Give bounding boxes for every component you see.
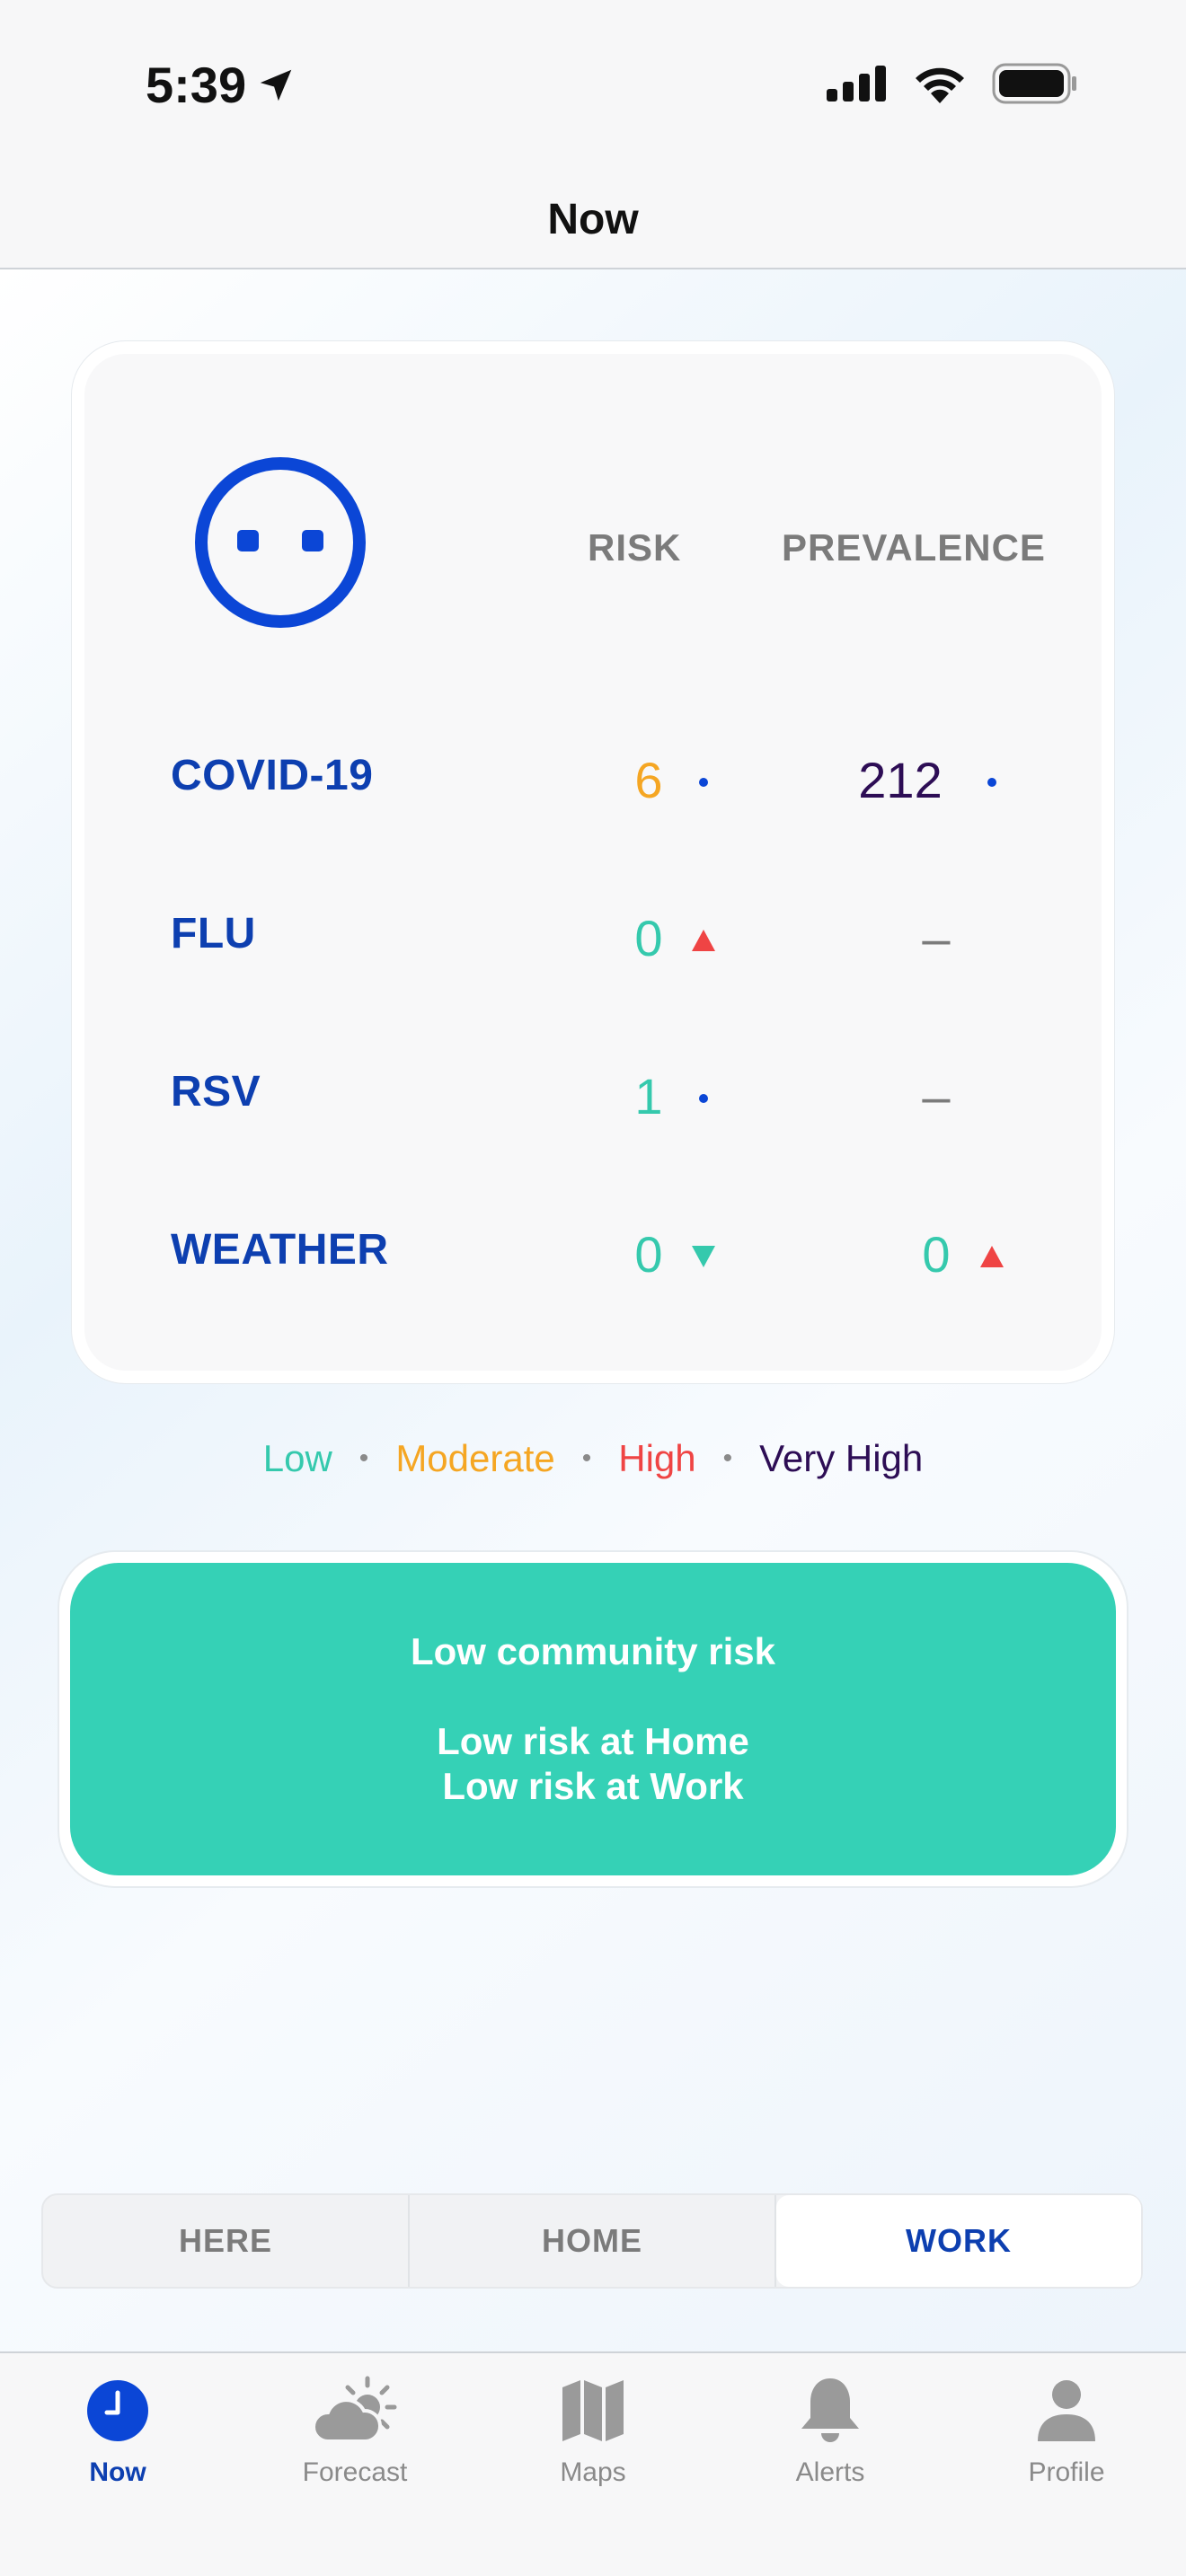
community-risk-banner[interactable]: Low community risk Low risk at Home Low … xyxy=(59,1552,1127,1886)
triangle-up-icon xyxy=(692,930,715,951)
legend-low: Low xyxy=(262,1437,332,1479)
table-row[interactable]: RSV 1 – xyxy=(84,1058,1102,1130)
tab-now[interactable]: Now xyxy=(19,2371,217,2488)
prevalence-value: 0 xyxy=(922,1226,951,1283)
tab-alerts[interactable]: Alerts xyxy=(731,2371,929,2488)
risk-indicator-icon xyxy=(690,769,717,796)
face-status-icon xyxy=(195,457,366,628)
dot-icon xyxy=(699,1094,708,1103)
tab-label: Maps xyxy=(560,2457,626,2487)
map-icon xyxy=(562,2380,624,2441)
bell-icon xyxy=(801,2378,859,2442)
home-risk-text: Low risk at Home xyxy=(437,1720,749,1762)
risk-summary-card: RISK PREVALENCE COVID-19 6 212 FLU 0 – R… xyxy=(72,341,1114,1383)
tab-label: Alerts xyxy=(795,2457,865,2487)
status-bar: 5:39 xyxy=(0,0,1186,171)
page-title: Now xyxy=(547,195,639,243)
risk-indicator-icon xyxy=(690,1085,717,1112)
clock-text: 5:39 xyxy=(146,57,247,113)
risk-value: 0 xyxy=(634,910,663,966)
tab-profile[interactable]: Profile xyxy=(968,2371,1165,2488)
work-risk-text: Low risk at Work xyxy=(442,1765,744,1807)
cellular-signal-icon xyxy=(827,66,886,101)
wifi-icon xyxy=(916,67,964,103)
location-arrow-icon xyxy=(260,69,292,101)
prevalence-value: 212 xyxy=(858,752,943,808)
status-time: 5:39 xyxy=(146,56,296,114)
risk-column-header: RISK xyxy=(588,526,682,569)
row-label: WEATHER xyxy=(171,1226,389,1274)
clock-icon xyxy=(87,2380,148,2441)
legend-high: High xyxy=(618,1437,696,1479)
prevalence-indicator-icon xyxy=(978,927,1005,954)
prevalence-indicator-icon xyxy=(978,769,1005,796)
prevalence-indicator-icon xyxy=(978,1243,1005,1270)
risk-legend: Low • Moderate • High • Very High xyxy=(0,1437,1186,1480)
legend-separator: • xyxy=(358,1443,369,1473)
prevalence-column-header: PREVALENCE xyxy=(782,526,1046,569)
legend-moderate: Moderate xyxy=(395,1437,555,1479)
table-row[interactable]: WEATHER 0 0 xyxy=(84,1216,1102,1288)
community-risk-banner-inner: Low community risk Low risk at Home Low … xyxy=(70,1563,1116,1875)
segment-work[interactable]: WORK xyxy=(776,2195,1141,2287)
segment-home[interactable]: HOME xyxy=(410,2195,776,2287)
row-label: COVID-19 xyxy=(171,752,374,799)
risk-value: 0 xyxy=(634,1226,663,1283)
battery-icon xyxy=(992,63,1076,104)
dot-icon xyxy=(987,778,996,787)
tab-label: Profile xyxy=(1028,2457,1105,2487)
risk-value: 6 xyxy=(634,752,663,808)
table-row[interactable]: FLU 0 – xyxy=(84,900,1102,972)
legend-separator: • xyxy=(581,1443,592,1473)
triangle-down-icon xyxy=(692,1246,715,1267)
risk-indicator-icon xyxy=(690,927,717,954)
prevalence-indicator-icon xyxy=(978,1085,1005,1112)
risk-value: 1 xyxy=(634,1068,663,1125)
row-label: RSV xyxy=(171,1068,261,1116)
prevalence-value: – xyxy=(922,910,951,966)
partly-cloudy-icon xyxy=(312,2376,397,2443)
tab-maps[interactable]: Maps xyxy=(494,2371,692,2488)
tab-label: Forecast xyxy=(302,2457,408,2487)
legend-very-high: Very High xyxy=(759,1437,924,1479)
triangle-up-icon xyxy=(980,1246,1004,1267)
tab-bar: Now Forecast Maps Alerts Profile xyxy=(0,2351,1186,2576)
risk-indicator-icon xyxy=(690,1243,717,1270)
tab-label: Now xyxy=(89,2457,146,2487)
prevalence-value: – xyxy=(922,1068,951,1125)
row-label: FLU xyxy=(171,910,256,957)
navigation-bar: Now xyxy=(0,171,1186,269)
table-row[interactable]: COVID-19 6 212 xyxy=(84,742,1102,814)
status-indicators xyxy=(827,63,1078,104)
person-icon xyxy=(1038,2380,1095,2441)
main-content: RISK PREVALENCE COVID-19 6 212 FLU 0 – R… xyxy=(0,269,1186,2351)
tab-forecast[interactable]: Forecast xyxy=(256,2371,454,2488)
location-segmented-control: HERE HOME WORK xyxy=(41,2193,1143,2289)
legend-separator: • xyxy=(722,1443,733,1473)
segment-here[interactable]: HERE xyxy=(43,2195,410,2287)
community-risk-text: Low community risk xyxy=(410,1630,776,1672)
dot-icon xyxy=(699,778,708,787)
